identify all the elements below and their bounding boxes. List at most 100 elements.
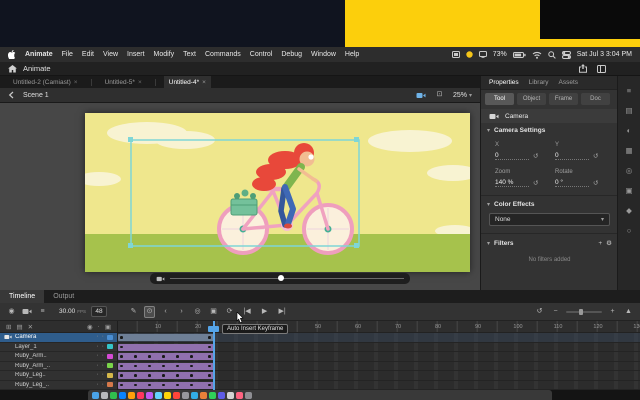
layer-lock-dot[interactable]: · [102,334,104,340]
chevron-right-icon[interactable]: › [176,307,187,317]
wifi-icon[interactable] [532,51,542,59]
dock-app-icon[interactable] [128,392,135,399]
layer-row[interactable]: Ruby_Leg_.. · · [0,381,117,391]
menu-item-commands[interactable]: Commands [205,51,241,58]
menu-item-view[interactable]: View [103,51,118,58]
strip-icon[interactable]: ◐ [627,126,632,135]
frame-size-slider[interactable] [566,311,602,313]
dock-app-icon[interactable] [92,392,99,399]
outline-column-icon[interactable]: ▣ [105,323,111,331]
dock-app-icon[interactable] [245,392,252,399]
camera-x-value[interactable]: 0 [495,152,529,160]
onion-skin-icon[interactable]: ◎ [192,307,203,317]
camera-icon[interactable] [22,308,32,315]
camera-zoom-track[interactable] [170,278,404,280]
zoom-out-icon[interactable]: − [550,307,561,317]
frame-track[interactable] [118,381,640,391]
dock-app-icon[interactable] [146,392,153,399]
zoom-in-icon[interactable]: + [607,307,618,317]
mode-tab-tool[interactable]: Tool [485,93,514,105]
undo-icon[interactable]: ↺ [534,307,545,317]
strip-icon[interactable]: ◆ [626,206,632,215]
tab-output[interactable]: Output [44,290,83,303]
layer-visible-dot[interactable]: · [96,334,98,340]
eye-icon[interactable]: ◉ [6,307,17,317]
center-stage-icon[interactable]: ⊡ [434,90,445,100]
tab-library[interactable]: Library [529,79,549,86]
back-arrow-icon[interactable] [8,91,15,99]
strip-icon[interactable]: ▣ [625,186,632,195]
close-tab-icon[interactable]: × [202,79,206,86]
frame-span[interactable] [118,344,214,351]
dock-app-icon[interactable] [182,392,189,399]
layer-visible-dot[interactable]: · [96,344,98,350]
layer-color-swatch[interactable] [107,354,113,359]
reset-zoom-icon[interactable]: ↺ [533,179,538,187]
menu-item-help[interactable]: Help [345,51,359,58]
layer-visible-dot[interactable]: · [96,382,98,388]
tray-color-icon[interactable] [466,51,473,58]
camera-y-value[interactable]: 0 [555,152,589,160]
menu-item-animate[interactable]: Animate [25,51,53,58]
camera-rotate-value[interactable]: 0 ° [555,179,589,187]
mode-tab-object[interactable]: Object [517,93,546,105]
search-icon[interactable] [548,51,556,59]
stage-canvas[interactable] [85,113,470,272]
dock-app-icon[interactable] [110,392,117,399]
menu-clock[interactable]: Sat Jul 3 3:04 PM [577,51,632,58]
layer-color-swatch[interactable] [107,363,113,368]
play-icon[interactable]: ▶ [259,307,270,317]
fps-value[interactable]: 30.00 [59,308,75,315]
camera-icon[interactable] [156,276,165,282]
tab-properties[interactable]: Properties [489,79,519,86]
dock-app-icon[interactable] [173,392,180,399]
doc-tab-active[interactable]: Untitled-4*× [164,76,211,88]
layer-row[interactable]: Camera · · [0,333,117,343]
layer-lock-dot[interactable]: · [102,372,104,378]
menu-item-control[interactable]: Control [250,51,273,58]
zoom-level[interactable]: 25% [453,92,467,99]
dock-app-icon[interactable] [164,392,171,399]
menu-item-window[interactable]: Window [311,51,336,58]
dock-app-icon[interactable] [209,392,216,399]
tray-app-icon[interactable] [452,51,460,58]
layer-lock-dot[interactable]: · [102,382,104,388]
camera-zoom-knob[interactable] [278,275,284,281]
mode-tab-frame[interactable]: Frame [549,93,578,105]
scene-name[interactable]: Scene 1 [23,92,49,99]
dock-app-icon[interactable] [218,392,225,399]
color-effects-dropdown[interactable]: None ▾ [489,213,610,226]
mode-tab-doc[interactable]: Doc [581,93,610,105]
frame-span[interactable] [118,334,214,341]
tray-display-icon[interactable] [479,51,487,58]
layer-row[interactable]: Ruby_Arm.. · · [0,352,117,362]
chevron-down-icon[interactable]: ▾ [487,127,490,134]
tab-assets[interactable]: Assets [559,79,579,86]
frame-track[interactable] [118,343,640,353]
share-icon[interactable] [579,64,587,73]
menu-item-insert[interactable]: Insert [127,51,145,58]
current-frame-field[interactable]: 48 [91,306,107,317]
reset-x-icon[interactable]: ↺ [533,152,538,160]
loop-icon[interactable]: ⟳ [224,307,235,317]
camera-zoom-value[interactable]: 140 % [495,179,529,187]
frame-ruler[interactable]: 10 20 30 40 50 60 70 80 90 100 110 120 1… [118,321,640,333]
chevron-down-icon[interactable]: ▾ [487,201,490,208]
slider-knob[interactable] [579,309,583,315]
layer-visible-dot[interactable]: · [96,353,98,359]
tab-timeline[interactable]: Timeline [0,290,44,303]
dock-app-icon[interactable] [119,392,126,399]
layer-color-swatch[interactable] [107,335,113,340]
menu-item-edit[interactable]: Edit [82,51,94,58]
doc-tab[interactable]: Untitled-5*× [100,76,147,88]
frame-track[interactable] [118,352,640,362]
layer-row[interactable]: Layer_1 · · [0,343,117,353]
doc-tab[interactable]: Untitled-2 (Camiast)× [8,76,83,88]
dock-app-icon[interactable] [227,392,234,399]
apple-icon[interactable] [8,50,16,59]
strip-icon[interactable]: ▦ [625,146,632,155]
frame-view-icon[interactable]: ▲ [623,307,634,317]
strip-icon[interactable]: ◎ [626,166,633,175]
frame-span[interactable] [118,382,214,389]
menu-item-file[interactable]: File [62,51,73,58]
